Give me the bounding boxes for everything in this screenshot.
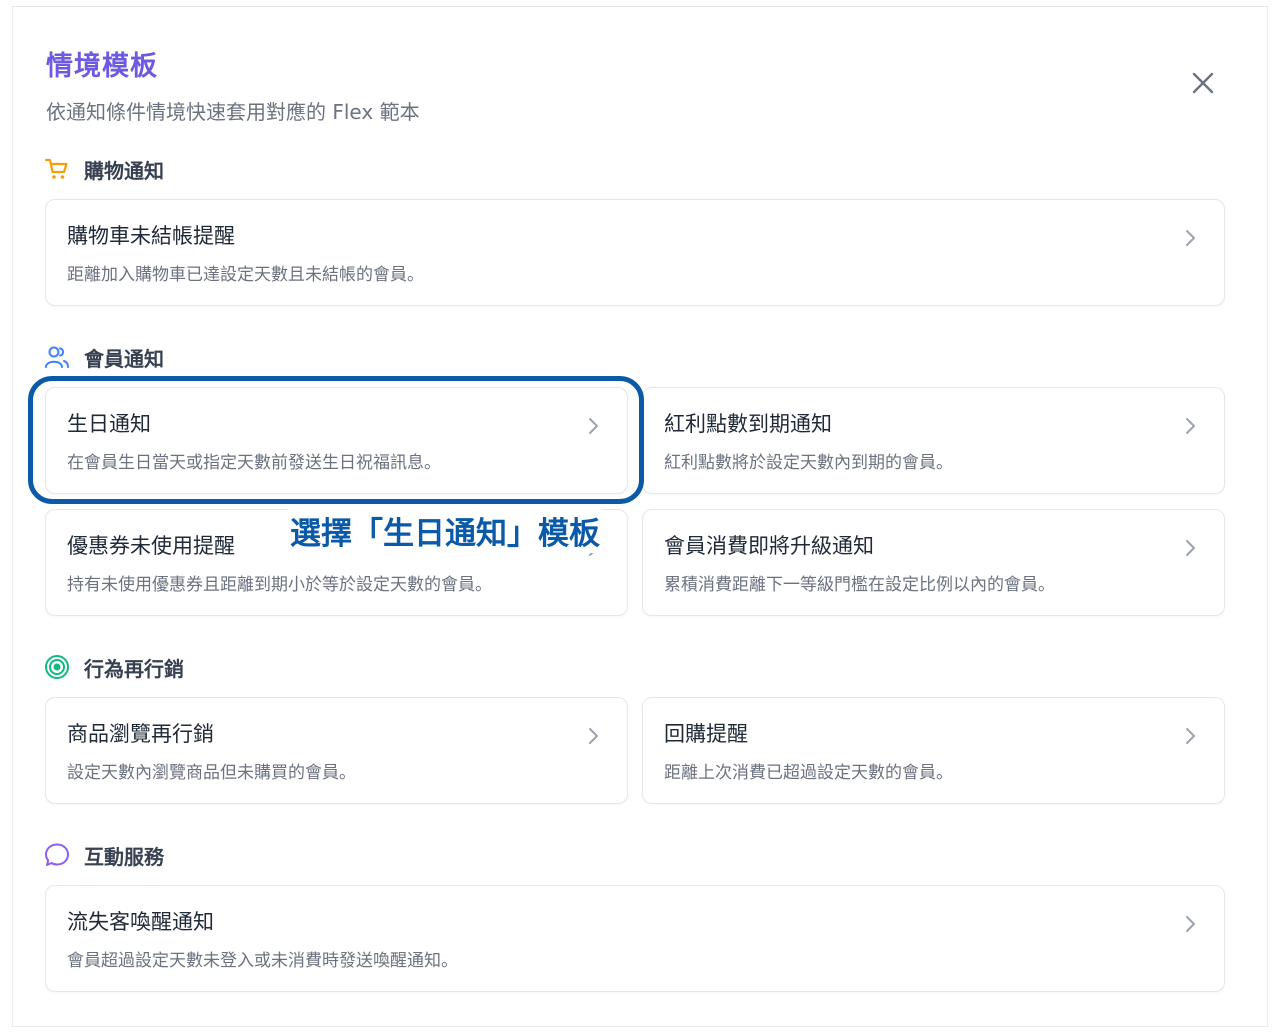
dialog-title: 情境模板 xyxy=(46,51,158,82)
template-card-churn-winback[interactable]: 流失客喚醒通知 會員超過設定天數未登入或未消費時發送喚醒通知。 xyxy=(45,885,1225,992)
chat-bubble-icon xyxy=(44,842,70,868)
card-description: 設定天數內瀏覽商品但未購買的會員。 xyxy=(67,763,356,783)
card-description: 紅利點數將於設定天數內到期的會員。 xyxy=(664,453,953,473)
section-interaction: 互動服務 xyxy=(44,840,164,870)
section-label: 行為再行銷 xyxy=(84,656,184,681)
section-label: 購物通知 xyxy=(84,158,164,183)
template-card-points-expiry[interactable]: 紅利點數到期通知 紅利點數將於設定天數內到期的會員。 xyxy=(642,387,1225,494)
template-card-tier-upgrade[interactable]: 會員消費即將升級通知 累積消費距離下一等級門檻在設定比例以內的會員。 xyxy=(642,509,1225,616)
card-title: 流失客喚醒通知 xyxy=(67,910,214,934)
template-card-browse-remarketing[interactable]: 商品瀏覽再行銷 設定天數內瀏覽商品但未購買的會員。 xyxy=(45,697,628,804)
chevron-right-icon xyxy=(1186,230,1195,246)
card-title: 回購提醒 xyxy=(664,722,748,746)
dialog-subtitle: 依通知條件情境快速套用對應的 Flex 範本 xyxy=(46,100,420,124)
chevron-right-icon xyxy=(589,728,598,744)
close-button[interactable] xyxy=(1186,66,1220,100)
highlight-frame xyxy=(28,376,644,504)
card-title: 會員消費即將升級通知 xyxy=(664,534,874,558)
card-description: 距離加入購物車已達設定天數且未結帳的會員。 xyxy=(67,265,424,285)
chevron-right-icon xyxy=(1186,916,1195,932)
shopping-cart-icon xyxy=(44,156,70,182)
card-title: 優惠券未使用提醒 xyxy=(67,534,235,558)
close-icon xyxy=(1192,72,1214,94)
card-title: 購物車未結帳提醒 xyxy=(67,224,235,248)
section-member: 會員通知 xyxy=(44,342,164,372)
annotation-text: 選擇「生日通知」模板 xyxy=(288,508,602,553)
card-title: 紅利點數到期通知 xyxy=(664,412,832,436)
card-title: 商品瀏覽再行銷 xyxy=(67,722,214,746)
section-remarketing: 行為再行銷 xyxy=(44,652,184,682)
template-card-repurchase[interactable]: 回購提醒 距離上次消費已超過設定天數的會員。 xyxy=(642,697,1225,804)
section-shopping: 購物通知 xyxy=(44,154,164,184)
section-label: 會員通知 xyxy=(84,346,164,371)
chevron-right-icon xyxy=(1186,728,1195,744)
chevron-right-icon xyxy=(1186,418,1195,434)
card-description: 持有未使用優惠券且距離到期小於等於設定天數的會員。 xyxy=(67,575,492,595)
card-description: 會員超過設定天數未登入或未消費時發送喚醒通知。 xyxy=(67,951,458,971)
card-description: 距離上次消費已超過設定天數的會員。 xyxy=(664,763,953,783)
template-card-abandoned-cart[interactable]: 購物車未結帳提醒 距離加入購物車已達設定天數且未結帳的會員。 xyxy=(45,199,1225,306)
section-label: 互動服務 xyxy=(84,844,164,869)
target-icon xyxy=(44,654,70,680)
users-icon xyxy=(44,344,70,370)
chevron-right-icon xyxy=(1186,540,1195,556)
card-description: 累積消費距離下一等級門檻在設定比例以內的會員。 xyxy=(664,575,1055,595)
